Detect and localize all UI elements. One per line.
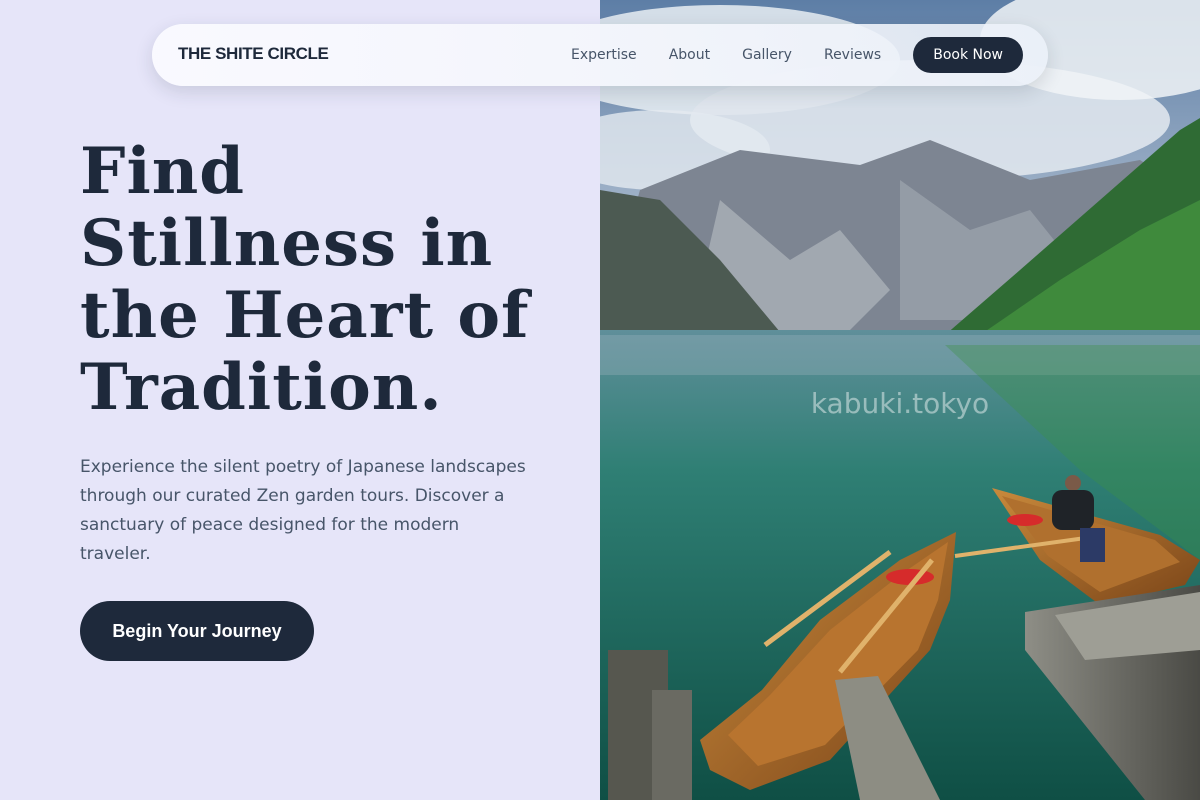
nav-link-gallery[interactable]: Gallery [742,47,792,63]
hero-title: Find Stillness in the Heart of Tradition… [80,134,530,425]
nav-links: Expertise About Gallery Reviews Book Now [571,37,1023,73]
brand-logo[interactable]: THE SHITE CIRCLE [178,44,329,64]
begin-journey-button[interactable]: Begin Your Journey [80,601,314,661]
nav-link-reviews[interactable]: Reviews [824,47,881,63]
hero-landscape-image: kabuki.tokyo [600,0,1200,800]
hero-subtitle: Experience the silent poetry of Japanese… [80,457,526,564]
book-now-button[interactable]: Book Now [913,37,1023,73]
top-navigation-bar: THE SHITE CIRCLE Expertise About Gallery… [152,24,1048,86]
nav-link-about[interactable]: About [669,47,710,63]
nav-link-expertise[interactable]: Expertise [571,47,637,63]
watermark-text: kabuki.tokyo [811,387,989,420]
